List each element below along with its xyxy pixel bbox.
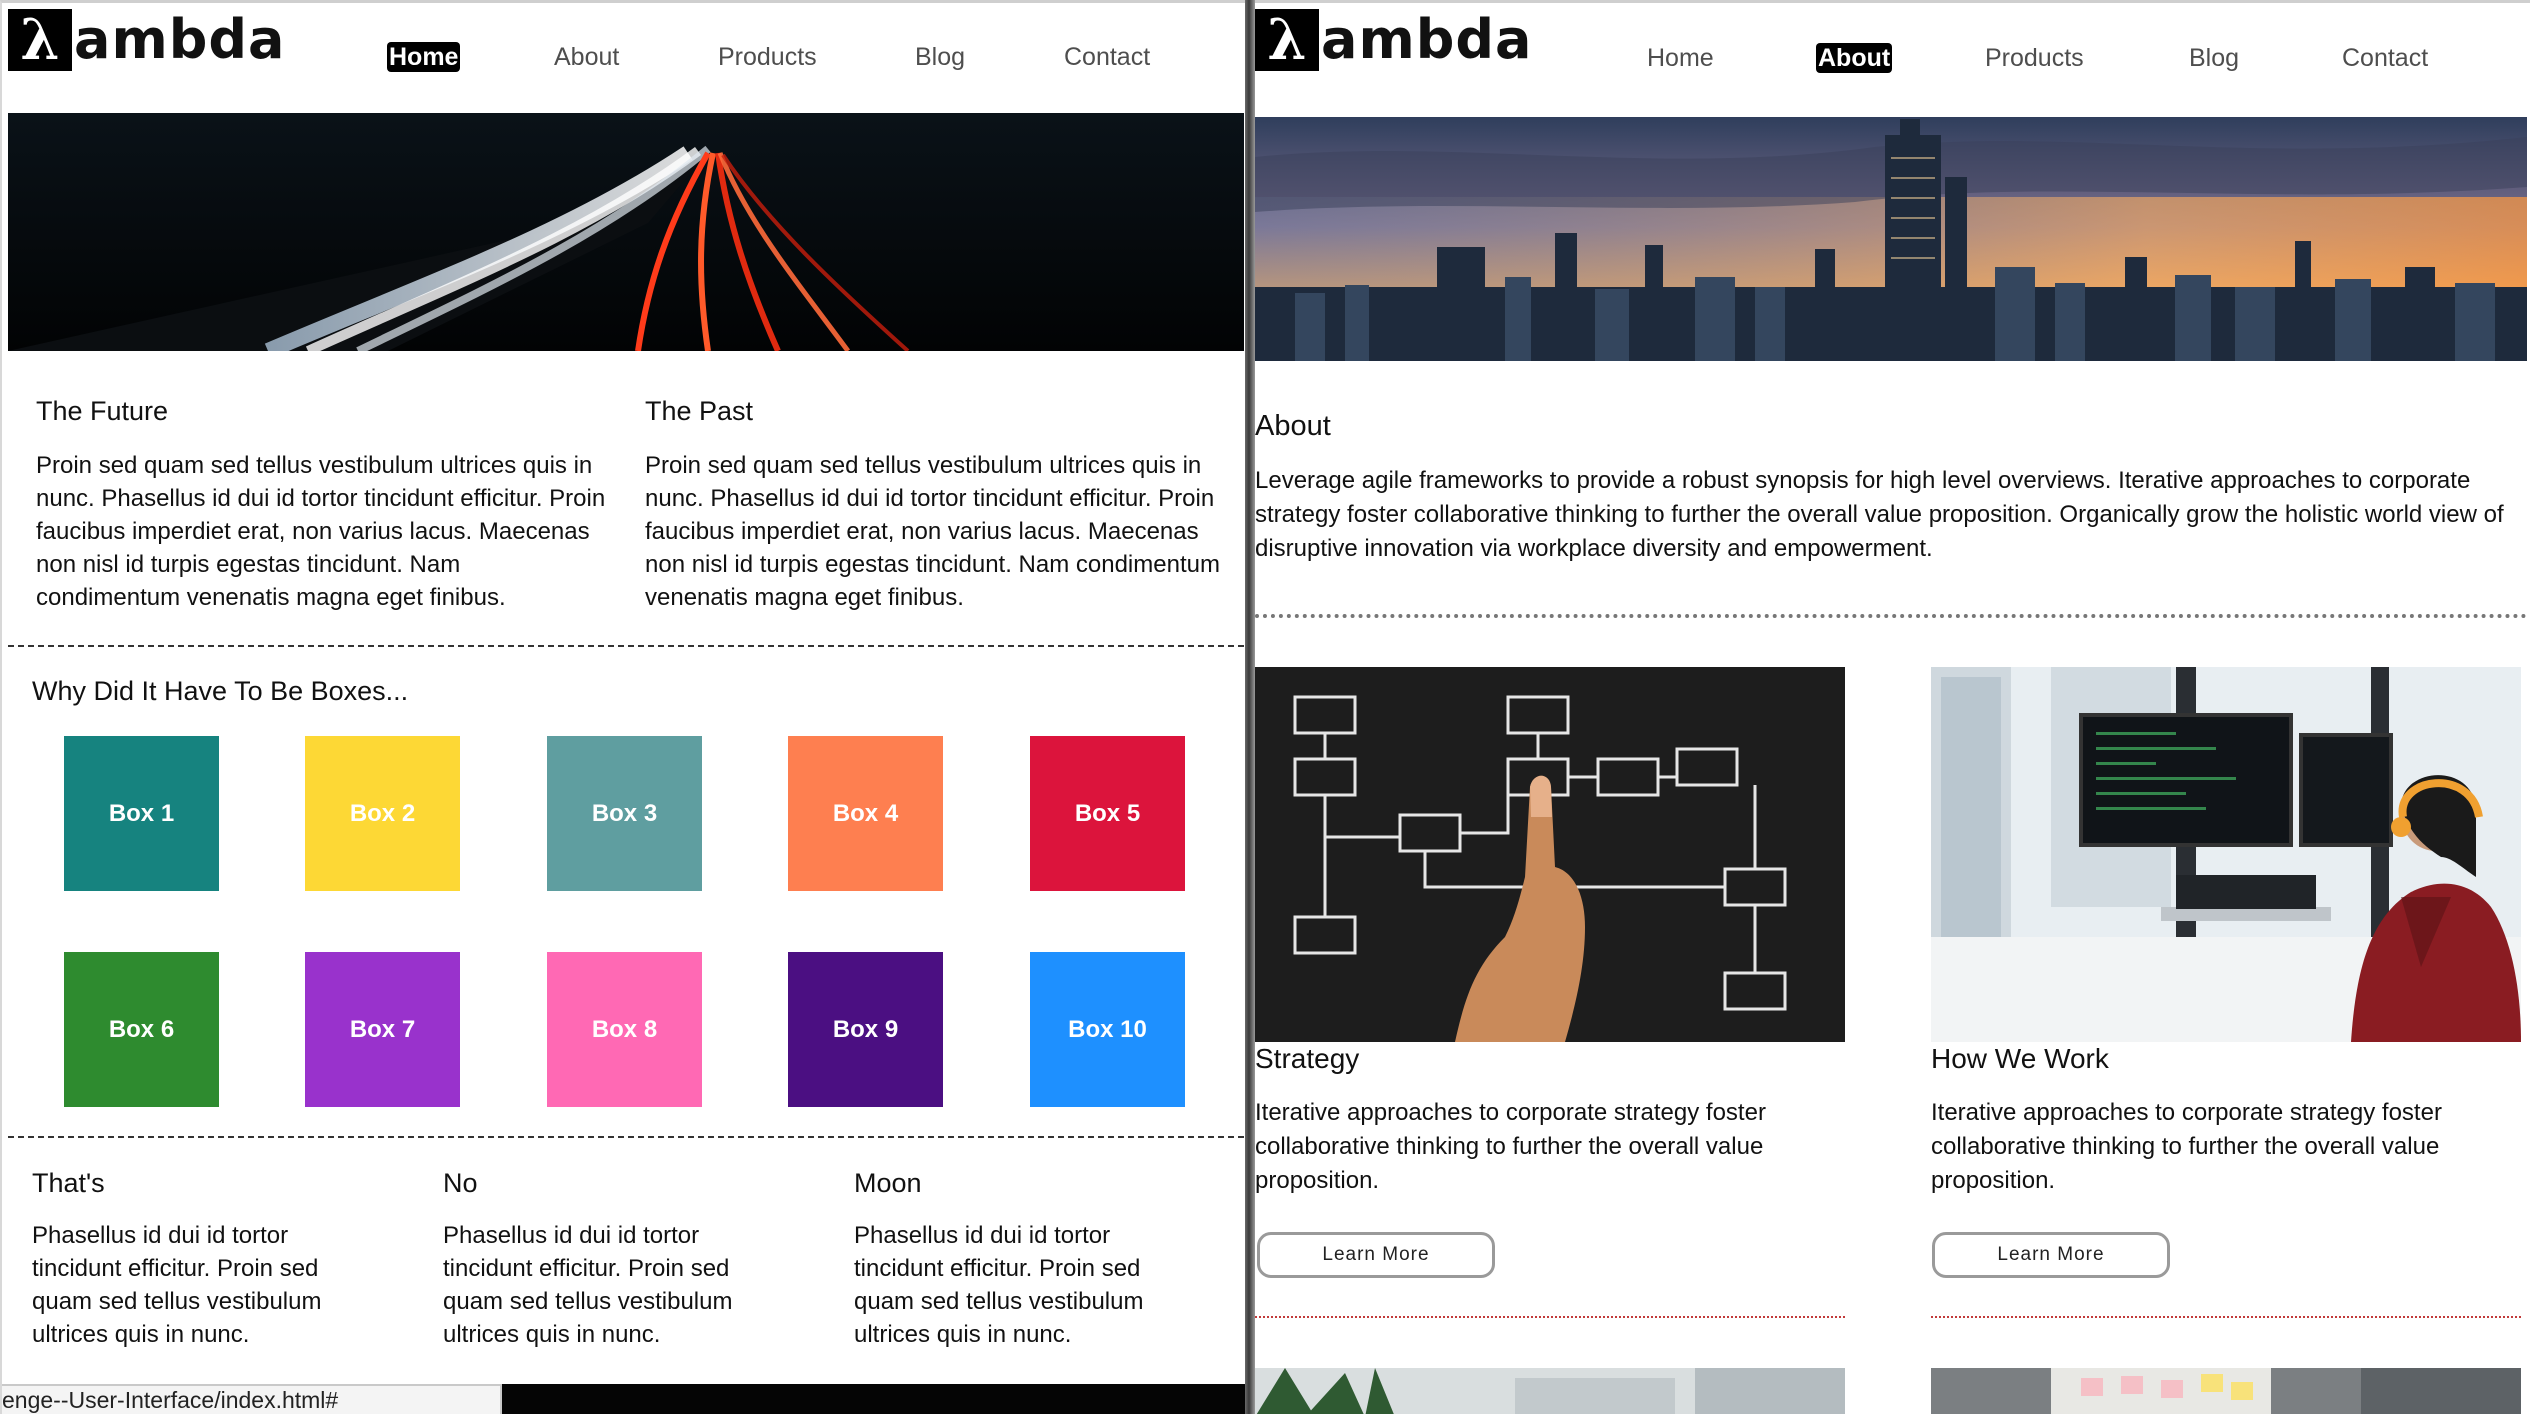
hero-image-light-trails <box>8 113 1244 351</box>
box-2[interactable]: Box 2 <box>305 736 460 891</box>
nav-contact[interactable]: Contact <box>2342 40 2428 76</box>
about-title: About <box>1255 410 1331 442</box>
nav-products[interactable]: Products <box>1985 40 2084 76</box>
nav-products[interactable]: Products <box>718 39 817 75</box>
about-page-window: λ ambda Home About Products Blog Contact <box>1255 0 2530 1414</box>
strategy-title: Strategy <box>1255 1043 1360 1074</box>
strategy-flowchart-image <box>1255 667 1845 1042</box>
thats-text: Phasellus id dui id tortor tincidunt eff… <box>32 1222 322 1348</box>
box-4[interactable]: Box 4 <box>788 736 943 891</box>
how-we-work-text: Iterative approaches to corporate strate… <box>1931 1099 2442 1194</box>
past-text: Proin sed quam sed tellus vestibulum ult… <box>645 452 1220 611</box>
thats-title: That's <box>32 1168 105 1198</box>
footer-bar <box>502 1384 1245 1414</box>
box-6[interactable]: Box 6 <box>64 952 219 1107</box>
window-divider <box>1245 0 1255 1414</box>
moon-title: Moon <box>854 1168 922 1198</box>
nav-home[interactable]: Home <box>387 42 461 72</box>
box-3[interactable]: Box 3 <box>547 736 702 891</box>
plant-office-image <box>1255 1368 1845 1414</box>
home-page-window: λ ambda Home About Products Blog Contact <box>0 0 1245 1414</box>
card-divider <box>1931 1316 2521 1318</box>
strategy-learn-more-button[interactable]: Learn More <box>1257 1232 1495 1278</box>
section-divider <box>8 1136 1244 1138</box>
box-8[interactable]: Box 8 <box>547 952 702 1107</box>
nav-blog[interactable]: Blog <box>2189 40 2239 76</box>
section-divider <box>1255 614 2527 618</box>
box-1[interactable]: Box 1 <box>64 736 219 891</box>
sticky-notes-office-image <box>1931 1368 2521 1414</box>
boxes-heading: Why Did It Have To Be Boxes... <box>32 676 409 706</box>
main-nav: Home About Products Blog Contact <box>1255 40 2530 76</box>
future-title: The Future <box>36 396 169 426</box>
section-divider <box>8 645 1244 647</box>
box-5[interactable]: Box 5 <box>1030 736 1185 891</box>
box-9[interactable]: Box 9 <box>788 952 943 1107</box>
nav-blog[interactable]: Blog <box>915 39 965 75</box>
nav-about[interactable]: About <box>1816 43 1893 73</box>
no-text: Phasellus id dui id tortor tincidunt eff… <box>443 1222 733 1348</box>
no-title: No <box>443 1168 478 1198</box>
moon-text: Phasellus id dui id tortor tincidunt eff… <box>854 1222 1144 1348</box>
future-text: Proin sed quam sed tellus vestibulum ult… <box>36 452 606 611</box>
how-we-work-title: How We Work <box>1931 1043 2109 1074</box>
hero-image-city-skyline <box>1255 117 2527 361</box>
past-title: The Past <box>645 396 754 426</box>
box-10[interactable]: Box 10 <box>1030 952 1185 1107</box>
nav-about[interactable]: About <box>554 39 619 75</box>
nav-contact[interactable]: Contact <box>1064 39 1150 75</box>
how-we-work-office-image <box>1931 667 2521 1042</box>
about-text: Leverage agile frameworks to provide a r… <box>1255 467 2504 562</box>
box-7[interactable]: Box 7 <box>305 952 460 1107</box>
nav-home[interactable]: Home <box>1647 40 1714 76</box>
how-we-work-learn-more-button[interactable]: Learn More <box>1932 1232 2170 1278</box>
card-divider <box>1255 1316 1845 1318</box>
strategy-text: Iterative approaches to corporate strate… <box>1255 1099 1766 1194</box>
main-nav: Home About Products Blog Contact <box>2 39 1245 75</box>
status-url-bar: enge--User-Interface/index.html# <box>2 1384 502 1414</box>
